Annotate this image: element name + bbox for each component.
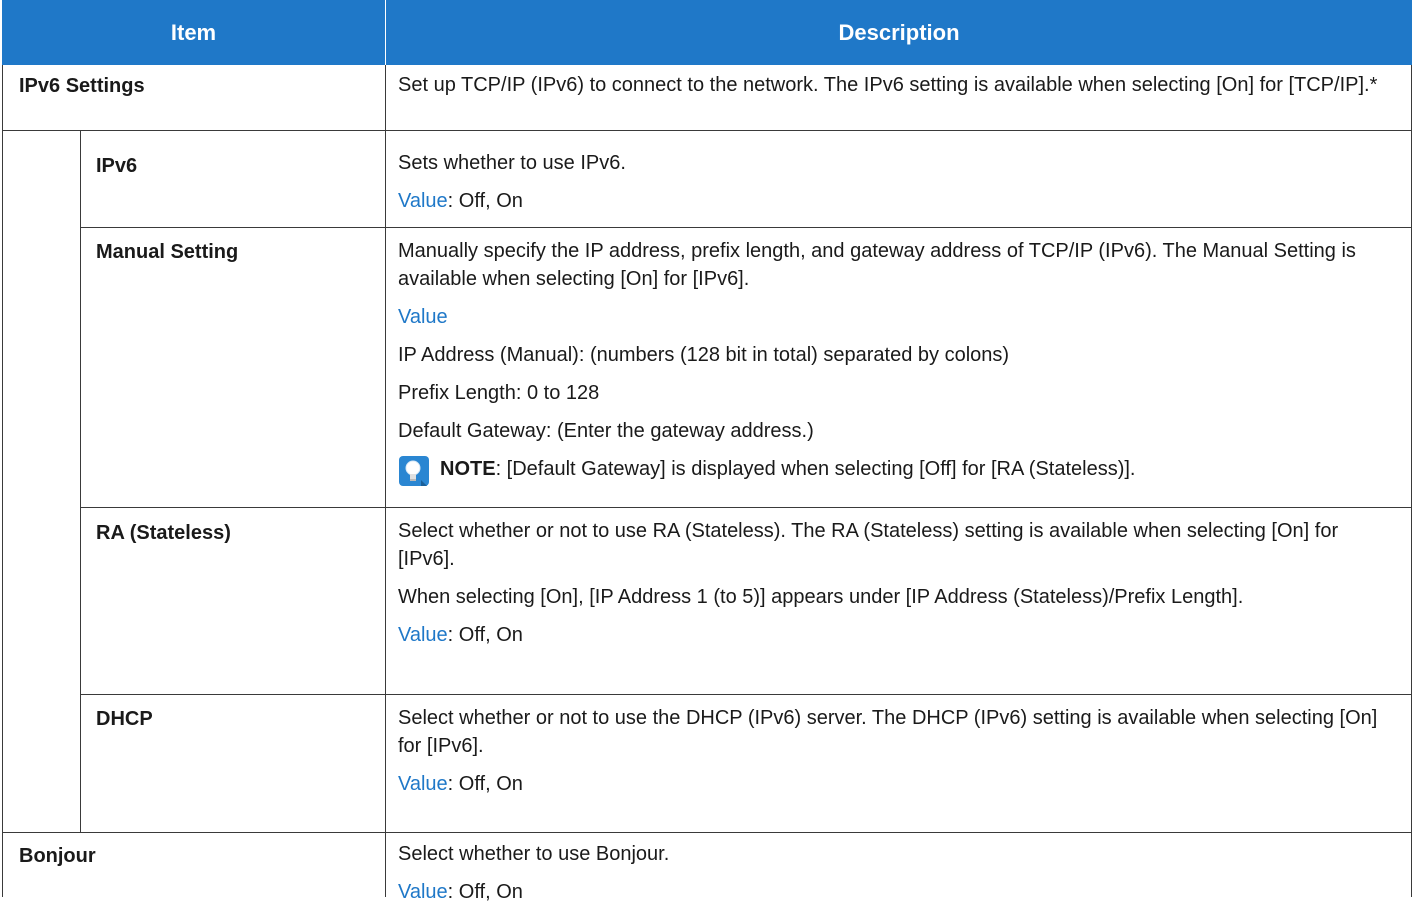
row-divider	[80, 227, 1412, 228]
value-label: Value	[398, 624, 448, 646]
row-desc-ra-stateless: Select whether or not to use RA (Statele…	[398, 517, 1388, 659]
value-text: : Off, On	[447, 624, 523, 646]
manual-line-prefix: Prefix Length: 0 to 128	[398, 382, 600, 404]
value-line: Value: Off, On	[398, 621, 1388, 649]
header-description: Description	[385, 0, 1412, 65]
border-left	[2, 65, 3, 897]
row-divider	[80, 694, 1412, 695]
value-label: Value	[398, 773, 448, 795]
row-desc-dhcp: Select whether or not to use the DHCP (I…	[398, 704, 1388, 808]
desc-text: Select whether to use Bonjour.	[398, 843, 670, 865]
row-divider	[2, 130, 1412, 131]
row-desc-ipv6: Sets whether to use IPv6. Value: Off, On	[398, 149, 1388, 225]
desc-text-2: When selecting [On], [IP Address 1 (to 5…	[398, 586, 1244, 608]
manual-line-ip: IP Address (Manual): (numbers (128 bit i…	[398, 344, 1010, 366]
value-heading: Value	[398, 306, 448, 328]
row-desc-ipv6-settings: Set up TCP/IP (IPv6) to connect to the n…	[398, 71, 1388, 109]
header-item: Item	[2, 0, 385, 65]
desc-text: Set up TCP/IP (IPv6) to connect to the n…	[398, 74, 1378, 96]
value-text: : Off, On	[447, 190, 523, 212]
note-label: NOTE	[440, 458, 496, 480]
value-label: Value	[398, 190, 448, 212]
row-label-bonjour: Bonjour	[19, 845, 96, 867]
value-line: Value: Off, On	[398, 878, 1388, 906]
lightbulb-note-icon	[399, 456, 429, 486]
value-line: Value: Off, On	[398, 770, 1388, 798]
row-label-ipv6: IPv6	[96, 155, 138, 177]
indent-divider	[80, 130, 81, 832]
desc-text: Select whether or not to use RA (Statele…	[398, 520, 1339, 570]
note-block: NOTE: [Default Gateway] is displayed whe…	[398, 455, 1388, 487]
value-line: Value: Off, On	[398, 187, 1388, 215]
column-divider	[385, 65, 386, 897]
note-text: NOTE: [Default Gateway] is displayed whe…	[440, 455, 1135, 483]
value-label: Value	[398, 881, 448, 903]
border-right	[1411, 65, 1412, 897]
desc-text: Manually specify the IP address, prefix …	[398, 240, 1356, 290]
row-label-dhcp: DHCP	[96, 708, 153, 730]
row-label-manual-setting: Manual Setting	[96, 241, 239, 263]
desc-text: Sets whether to use IPv6.	[398, 152, 626, 174]
row-label-ra-stateless: RA (Stateless)	[96, 522, 231, 544]
row-desc-bonjour: Select whether to use Bonjour. Value: Of…	[398, 840, 1388, 916]
row-desc-manual-setting: Manually specify the IP address, prefix …	[398, 237, 1388, 487]
row-divider	[2, 832, 1412, 833]
desc-text: Select whether or not to use the DHCP (I…	[398, 707, 1378, 757]
value-text: : Off, On	[447, 881, 523, 903]
manual-line-gateway: Default Gateway: (Enter the gateway addr…	[398, 420, 814, 442]
note-body: : [Default Gateway] is displayed when se…	[495, 458, 1136, 480]
row-divider	[80, 507, 1412, 508]
value-text: : Off, On	[447, 773, 523, 795]
row-label-ipv6-settings: IPv6 Settings	[19, 75, 145, 97]
